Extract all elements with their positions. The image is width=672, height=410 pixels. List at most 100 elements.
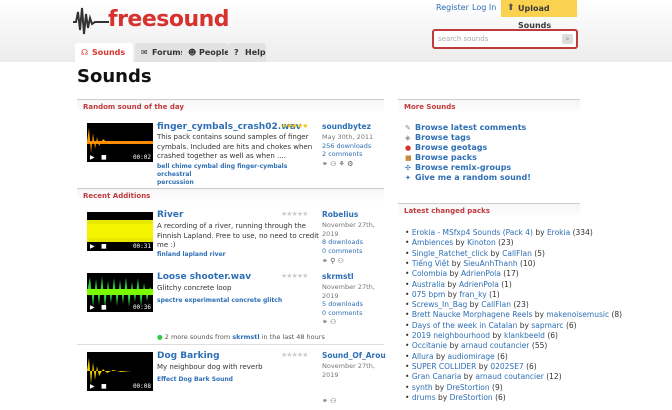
browse-tags-link[interactable]: ◈ Browse tags: [405, 133, 471, 142]
pack-link[interactable]: Colombia: [412, 269, 447, 278]
rating-stars[interactable]: ★★★★★: [281, 272, 308, 280]
stop-icon[interactable]: ■: [101, 304, 107, 311]
river-waveform[interactable]: ▶ ■ 00:31: [87, 212, 153, 251]
random-waveform[interactable]: ▶ ■ 00:02: [87, 123, 153, 162]
more-sounds-header: More Sounds: [398, 99, 580, 114]
pack-user-link[interactable]: DreStortion: [450, 393, 493, 402]
pack-link[interactable]: drums: [412, 393, 436, 402]
browse-geotags-link[interactable]: ● Browse geotags: [405, 143, 487, 152]
sound-user-link[interactable]: skrmstl: [322, 272, 354, 281]
pack-user-link[interactable]: AdrienPola: [459, 280, 499, 289]
more-sounds-from-user[interactable]: ● 2 more sounds from skrmstl in the last…: [157, 333, 325, 341]
pack-link[interactable]: synth: [412, 383, 433, 392]
pack-link[interactable]: 075 bpm: [412, 290, 446, 299]
recent-additions-header: Recent Additions: [77, 188, 384, 203]
rating-stars[interactable]: ★★★★★: [281, 122, 308, 130]
tab-sounds[interactable]: ☊ Sounds: [75, 43, 133, 62]
sound-meta: November 27th, 2019 5 downloads 0 comments: [322, 283, 375, 317]
stop-icon[interactable]: ■: [101, 243, 107, 250]
sound-user-link[interactable]: Sound_Of_Arou: [322, 351, 386, 360]
pack-link[interactable]: Tiếng Việt: [412, 259, 450, 268]
sound-title[interactable]: Loose shooter.wav: [157, 272, 251, 282]
pack-user-link[interactable]: Erokia: [547, 228, 570, 237]
register-link[interactable]: Register: [436, 3, 469, 12]
upload-sounds-button[interactable]: ⬆ Upload Sounds: [501, 0, 577, 30]
sound-tags[interactable]: finland lapland river: [157, 251, 226, 259]
pack-user-link[interactable]: DreStortion: [447, 383, 490, 392]
pack-link[interactable]: Screws_In_Bag: [412, 300, 467, 309]
logo[interactable]: freesound: [108, 7, 230, 32]
pack-list-item: • SUPER COLLIDER by 0202SE7 (6): [405, 361, 537, 371]
pack-user-link[interactable]: CallFlan: [481, 300, 511, 309]
divider: [77, 344, 384, 345]
tab-people[interactable]: ☻ People: [182, 43, 230, 62]
sound-title[interactable]: Dog Barking: [157, 351, 220, 361]
rating-stars[interactable]: ★★★★★: [281, 351, 308, 359]
pack-user-link[interactable]: klankbeeld: [504, 331, 545, 340]
loose-shooter-waveform[interactable]: ▶ ■ 00:36: [87, 273, 153, 312]
play-icon[interactable]: ▶: [90, 383, 95, 390]
license-icons: ⚭ ⚇: [322, 397, 337, 405]
search-box[interactable]: search sounds ⌕: [432, 29, 578, 49]
pack-user-link[interactable]: 0202SE7: [490, 362, 523, 371]
pack-list-item: • Erokia - MSfxp4 Sounds (Pack 4) by Ero…: [405, 228, 593, 237]
pack-link[interactable]: Occitanie: [412, 341, 447, 350]
pack-link[interactable]: Brett Naucke Morphagene Reels: [412, 310, 533, 319]
forum-icon: ✉: [141, 48, 148, 57]
sound-title[interactable]: River: [157, 210, 183, 220]
random-sound-title[interactable]: finger_cymbals_crash02.wav: [157, 122, 301, 132]
pack-list-item: • Occitanie by arnaud coutancier (55): [405, 341, 548, 351]
stop-icon[interactable]: ■: [101, 154, 107, 161]
pack-list-item: • Tiếng Việt by SieuAnhThanh (10): [405, 258, 536, 268]
pack-user-link[interactable]: arnaud coutancier: [475, 372, 543, 381]
random-tags[interactable]: bell chime cymbal ding finger-cymbals or…: [157, 163, 322, 187]
sound-tags[interactable]: spectre experimental concrete glitch: [157, 297, 282, 305]
sound-tags[interactable]: Effect Dog Bark Sound: [157, 376, 233, 384]
search-icon[interactable]: ⌕: [562, 34, 573, 44]
pack-list-item: • Brett Naucke Morphagene Reels by maken…: [405, 310, 623, 320]
tab-help[interactable]: ? Help: [228, 43, 266, 62]
browse-latest-comments-link[interactable]: ✎ Browse latest comments: [405, 123, 526, 132]
pack-link[interactable]: Gran Canaria: [412, 372, 462, 381]
pack-list-item: • Australia by AdrienPola (1): [405, 279, 512, 289]
pack-user-link[interactable]: audiomirage: [448, 352, 495, 361]
pack-user-link[interactable]: arnaud coutancier: [461, 341, 529, 350]
pack-link[interactable]: Erokia - MSfxp4 Sounds (Pack 4): [412, 228, 533, 237]
pack-link[interactable]: Single_Ratchet_click: [412, 249, 488, 258]
page-title: Sounds: [77, 66, 152, 87]
pack-link[interactable]: Australia: [412, 280, 445, 289]
search-input[interactable]: search sounds: [438, 35, 488, 43]
pack-link[interactable]: SUPER COLLIDER: [412, 362, 477, 371]
pack-user-link[interactable]: Kinoton: [467, 238, 496, 247]
browse-remix-groups-link[interactable]: ✣ Browse remix-groups: [405, 163, 511, 172]
logo-wave-icon: [73, 7, 109, 35]
pack-link[interactable]: Ambiences: [412, 238, 453, 247]
stop-icon[interactable]: ■: [101, 383, 107, 390]
pack-link[interactable]: Allura: [412, 352, 434, 361]
pack-list-item: • 075 bpm by fran_ky (1): [405, 289, 500, 299]
play-icon[interactable]: ▶: [90, 154, 95, 161]
pack-user-link[interactable]: makenoisemusic: [546, 310, 609, 319]
geotag-icon: ●: [405, 144, 412, 152]
dog-barking-waveform[interactable]: ▶ ■ 00:08: [87, 352, 153, 391]
random-user-link[interactable]: soundbytez: [322, 122, 371, 131]
pack-list-item: • 2019 neighbourhood by klankbeeld (6): [405, 331, 558, 340]
pack-user-link[interactable]: SieuAnhThanh: [463, 259, 517, 268]
sound-description: Glitchy concrete loop: [157, 284, 232, 292]
pack-user-link[interactable]: AdrienPola: [461, 269, 501, 278]
play-icon[interactable]: ▶: [90, 304, 95, 311]
pack-user-link[interactable]: sapmarc: [531, 321, 563, 330]
play-icon[interactable]: ▶: [90, 243, 95, 250]
pack-user-link[interactable]: fran_ky: [459, 290, 486, 299]
pack-user-link[interactable]: CallFlan: [502, 249, 532, 258]
rating-stars[interactable]: ★★★★★: [281, 210, 308, 218]
random-sound-link[interactable]: ✦ Give me a random sound!: [405, 173, 531, 182]
pack-list-item: • Screws_In_Bag by CallFlan (23): [405, 300, 529, 310]
pack-link[interactable]: 2019 neighbourhood: [412, 331, 490, 340]
pack-link[interactable]: Days of the week in Catalan: [412, 321, 518, 330]
pack-list-item: • drums by DreStortion (6): [405, 392, 506, 402]
headphones-icon: ☊: [81, 48, 89, 57]
browse-packs-link[interactable]: ■ Browse packs: [405, 153, 477, 162]
sound-user-link[interactable]: Robelius: [322, 210, 358, 219]
login-link[interactable]: Log In: [472, 3, 496, 12]
